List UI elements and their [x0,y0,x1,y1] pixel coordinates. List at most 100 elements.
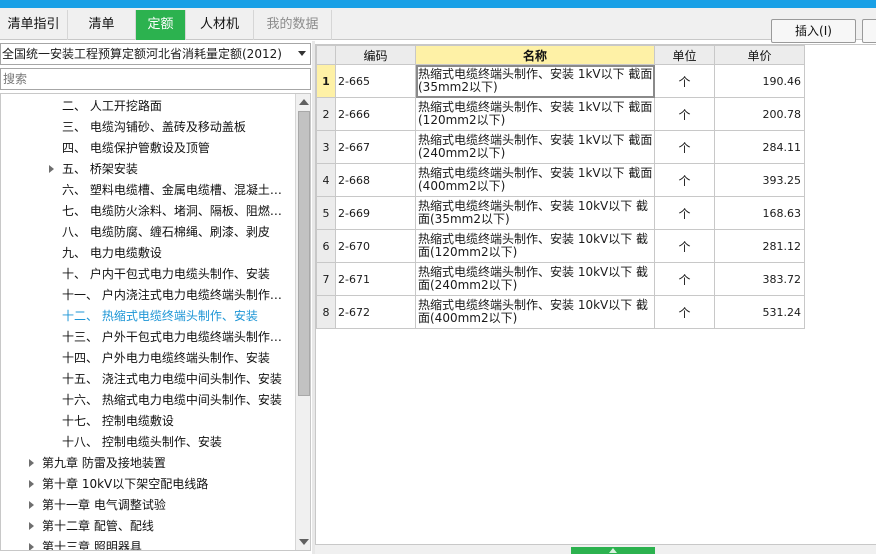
scroll-up-icon[interactable] [299,99,309,105]
cell-name[interactable]: 热缩式电缆终端头制作、安装 10kV以下 截面(400mm2以下) [415,295,655,329]
table-row[interactable]: 1 2-665 热缩式电缆终端头制作、安装 1kV以下 截面 (35mm2以下) 个 19… [316,64,805,98]
cell-name-line: (120mm2以下) [418,113,506,127]
toolbar-next-button[interactable] [862,19,876,43]
cell-unit[interactable]: 个 [654,196,715,230]
tree-item[interactable]: 八、 电缆防腐、缠石棉绳、刷漆、剥皮 [62,222,270,243]
bottom-panel-bar [315,544,876,554]
cell-unit[interactable]: 个 [654,64,715,98]
tree-item[interactable]: 二、 人工开挖路面 [62,96,162,117]
tab-my-data[interactable]: 我的数据 [254,10,332,40]
column-header-price[interactable]: 单价 [714,45,805,65]
table-row[interactable]: 2 2-666 热缩式电缆终端头制作、安装 1kV以下 截面 (120mm2以下) 个 2… [316,97,805,131]
cell-name-line: (35mm2以下) [418,80,498,94]
table-row[interactable]: 6 2-670 热缩式电缆终端头制作、安装 10kV以下 截面(120mm2以下) 个… [316,229,805,263]
cell-name[interactable]: 热缩式电缆终端头制作、安装 10kV以下 截面(35mm2以下) [415,196,655,230]
cell-price[interactable]: 393.25 [714,163,805,197]
cell-price[interactable]: 383.72 [714,262,805,296]
chevron-down-icon[interactable] [298,51,306,56]
tab-labor-material-machine[interactable]: 人材机 [186,10,254,40]
tree-item[interactable]: 十一、 户内浇注式电力电缆终端头制作… [62,285,282,306]
cell-price[interactable]: 200.78 [714,97,805,131]
cell-unit[interactable]: 个 [654,163,715,197]
tree-item[interactable]: 七、 电缆防火涂料、堵洞、隔板、阻燃… [62,201,282,222]
cell-name[interactable]: 热缩式电缆终端头制作、安装 1kV以下 截面 (240mm2以下) [415,130,655,164]
tree-item[interactable]: 十七、 控制电缆敷设 [62,411,174,432]
cell-unit[interactable]: 个 [654,130,715,164]
expand-panel-handle[interactable] [571,547,655,554]
tree-item[interactable]: 三、 电缆沟铺砂、盖砖及移动盖板 [62,117,246,138]
tree-item[interactable]: 第九章 防雷及接地装置 [42,453,166,474]
insert-button[interactable]: 插入(I) [771,19,856,43]
expand-arrow-icon[interactable] [29,501,34,509]
cell-name[interactable]: 热缩式电缆终端头制作、安装 10kV以下 截面(120mm2以下) [415,229,655,263]
cell-price[interactable]: 168.63 [714,196,805,230]
cell-code[interactable]: 2-672 [335,295,416,329]
cell-price[interactable]: 190.46 [714,64,805,98]
library-select[interactable]: 全国统一安装工程预算定额河北省消耗量定额(2012) [0,43,311,65]
cell-unit[interactable]: 个 [654,229,715,263]
cell-unit[interactable]: 个 [654,295,715,329]
tree-item[interactable]: 四、 电缆保护管敷设及顶管 [62,138,210,159]
tree-item[interactable]: 九、 电力电缆敷设 [62,243,162,264]
row-number[interactable]: 8 [316,295,336,329]
tab-bill-guide[interactable]: 清单指引 [0,10,68,40]
tree-scrollbar[interactable] [295,94,310,550]
scroll-down-icon[interactable] [299,539,309,545]
column-header-name[interactable]: 名称 [415,45,655,65]
scroll-thumb[interactable] [298,111,310,396]
tree-item[interactable]: 十四、 户外电力电缆终端头制作、安装 [62,348,270,369]
cell-name-line: (240mm2以下) [418,146,506,160]
cell-price[interactable]: 284.11 [714,130,805,164]
table-row[interactable]: 4 2-668 热缩式电缆终端头制作、安装 1kV以下 截面 (400mm2以下) 个 3… [316,163,805,197]
cell-code[interactable]: 2-670 [335,229,416,263]
expand-arrow-icon[interactable] [29,522,34,530]
table-row[interactable]: 3 2-667 热缩式电缆终端头制作、安装 1kV以下 截面 (240mm2以下) 个 2… [316,130,805,164]
cell-code[interactable]: 2-666 [335,97,416,131]
cell-code[interactable]: 2-667 [335,130,416,164]
tree-item[interactable]: 十八、 控制电缆头制作、安装 [62,432,222,453]
expand-arrow-icon[interactable] [29,543,34,550]
table-row[interactable]: 8 2-672 热缩式电缆终端头制作、安装 10kV以下 截面(400mm2以下) 个… [316,295,805,329]
table-row[interactable]: 7 2-671 热缩式电缆终端头制作、安装 10kV以下 截面(240mm2以下) 个… [316,262,805,296]
row-number[interactable]: 3 [316,130,336,164]
cell-code[interactable]: 2-669 [335,196,416,230]
tree-item[interactable]: 十、 户内干包式电力电缆头制作、安装 [62,264,270,285]
cell-price[interactable]: 281.12 [714,229,805,263]
table-row[interactable]: 5 2-669 热缩式电缆终端头制作、安装 10kV以下 截面(35mm2以下) 个 1… [316,196,805,230]
tree-item[interactable]: 十三、 户外干包式电力电缆终端头制作… [62,327,282,348]
cell-unit[interactable]: 个 [654,262,715,296]
tree-item[interactable]: 六、 塑料电缆槽、金属电缆槽、混凝土… [62,180,282,201]
cell-code[interactable]: 2-668 [335,163,416,197]
tree-item[interactable]: 十六、 热缩式电力电缆中间头制作、安装 [62,390,282,411]
row-number[interactable]: 4 [316,163,336,197]
expand-arrow-icon[interactable] [29,459,34,467]
cell-code[interactable]: 2-671 [335,262,416,296]
tree-item[interactable]: 五、 桥架安装 [62,159,138,180]
tree-item[interactable]: 十五、 浇注式电力电缆中间头制作、安装 [62,369,282,390]
column-header-unit[interactable]: 单位 [654,45,715,65]
cell-price[interactable]: 531.24 [714,295,805,329]
cell-name[interactable]: 热缩式电缆终端头制作、安装 10kV以下 截面(240mm2以下) [415,262,655,296]
expand-arrow-icon[interactable] [29,480,34,488]
cell-name[interactable]: 热缩式电缆终端头制作、安装 1kV以下 截面 (35mm2以下) [415,64,655,98]
cell-unit[interactable]: 个 [654,97,715,131]
expand-arrow-icon[interactable] [49,165,54,173]
tree-item[interactable]: 第十三章 照明器具 [42,537,142,550]
tree-item-label: 第十章 10kV以下架空配电线路 [42,477,209,491]
row-number[interactable]: 5 [316,196,336,230]
row-number[interactable]: 1 [316,64,336,98]
cell-name[interactable]: 热缩式电缆终端头制作、安装 1kV以下 截面 (400mm2以下) [415,163,655,197]
row-number[interactable]: 7 [316,262,336,296]
row-number[interactable]: 2 [316,97,336,131]
cell-name[interactable]: 热缩式电缆终端头制作、安装 1kV以下 截面 (120mm2以下) [415,97,655,131]
search-input[interactable] [0,68,311,90]
tab-bill[interactable]: 清单 [68,10,136,40]
tree-item[interactable]: 十二、 热缩式电缆终端头制作、安装 [62,306,258,327]
tree-item[interactable]: 第十章 10kV以下架空配电线路 [42,474,208,495]
column-header-code[interactable]: 编码 [335,45,416,65]
cell-code[interactable]: 2-665 [335,64,416,98]
tree-item[interactable]: 第十一章 电气调整试验 [42,495,166,516]
tree-item[interactable]: 第十二章 配管、配线 [42,516,154,537]
tab-quota[interactable]: 定额 [136,10,186,40]
row-number[interactable]: 6 [316,229,336,263]
